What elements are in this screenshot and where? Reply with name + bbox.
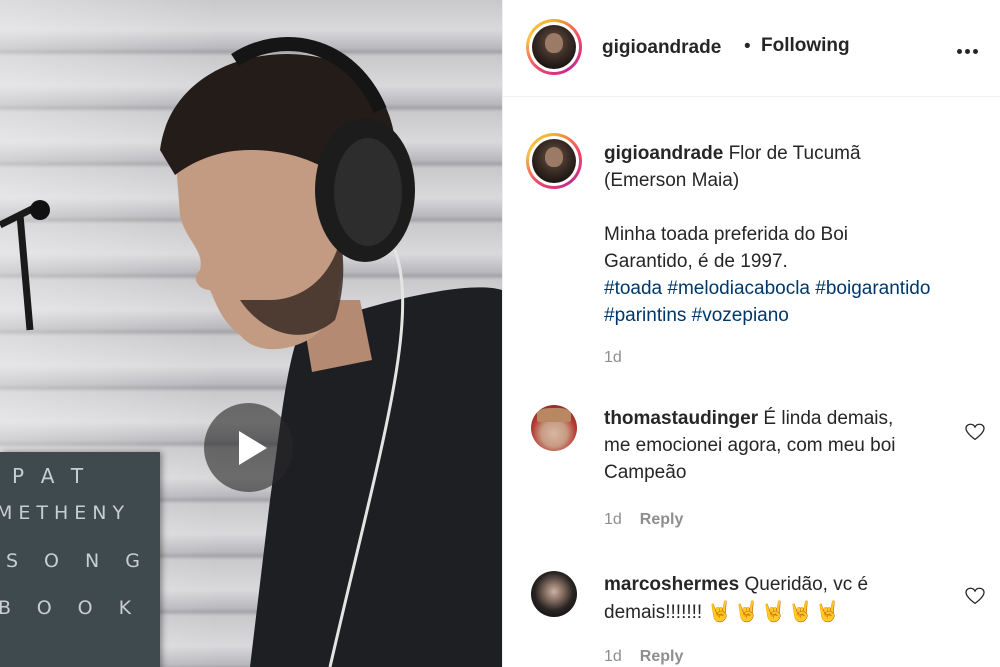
rock-on-emoji: 🤘 <box>788 599 814 623</box>
commenter-username-link[interactable]: marcoshermes <box>604 574 739 595</box>
like-comment-heart-icon[interactable] <box>965 587 985 605</box>
post-header: gigioandrade • Following <box>503 0 1000 96</box>
caption-body-line: Garantido, é de 1997. <box>604 251 788 272</box>
rock-on-emoji: 🤘 <box>707 599 733 623</box>
play-icon <box>239 431 267 465</box>
hashtag-row: #parintins #vozepiano <box>604 302 990 329</box>
rock-on-emoji: 🤘 <box>815 599 841 623</box>
like-comment-heart-icon[interactable] <box>965 423 985 441</box>
post-video[interactable]: PAT METHENY SONG BOOK <box>0 0 502 667</box>
hashtag-link[interactable]: #boigarantido <box>815 278 930 299</box>
caption-title: Flor de Tucumã <box>728 143 861 164</box>
commenter-avatar[interactable] <box>531 405 577 451</box>
rock-on-emoji: 🤘 <box>761 599 787 623</box>
header-divider <box>503 96 1000 97</box>
instagram-post-view: PAT METHENY SONG BOOK gigioandrade • Fol… <box>0 0 1000 667</box>
comment-meta: 1d Reply <box>604 648 684 665</box>
reply-button[interactable]: Reply <box>640 511 684 528</box>
caption-author-avatar[interactable] <box>526 133 582 189</box>
hashtag-link[interactable]: #parintins <box>604 305 686 326</box>
songbook: PAT METHENY SONG BOOK <box>0 452 160 667</box>
rock-on-emoji: 🤘 <box>734 599 760 623</box>
play-button[interactable] <box>204 403 293 492</box>
reply-button[interactable]: Reply <box>640 648 684 665</box>
caption-body-line: Minha toada preferida do Boi <box>604 224 848 245</box>
post-caption: gigioandrade Flor de Tucumã (Emerson Mai… <box>604 140 990 329</box>
comment-text: marcoshermes Queridão, vc é demais!!!!!!… <box>604 574 869 623</box>
author-avatar[interactable] <box>526 19 582 75</box>
post-side-panel: gigioandrade • Following gigioandrade Fl… <box>502 0 1000 667</box>
caption-subtitle: (Emerson Maia) <box>604 170 740 191</box>
hashtag-link[interactable]: #vozepiano <box>692 305 789 326</box>
comment-meta: 1d Reply <box>604 511 684 528</box>
commenter-avatar[interactable] <box>531 571 577 617</box>
comment-text: thomastaudinger É linda demais, me emoci… <box>604 408 896 483</box>
hashtag-link[interactable]: #melodiacabocla <box>667 278 810 299</box>
caption-timestamp: 1d <box>604 349 622 366</box>
author-username-link[interactable]: gigioandrade <box>602 37 721 59</box>
following-button[interactable]: Following <box>761 35 850 57</box>
hashtag-row: #toada #melodiacabocla #boigarantido <box>604 275 990 302</box>
commenter-username-link[interactable]: thomastaudinger <box>604 408 758 429</box>
more-options-icon[interactable] <box>953 40 983 60</box>
caption-username-link[interactable]: gigioandrade <box>604 143 723 164</box>
separator-dot: • <box>744 36 751 57</box>
hashtag-link[interactable]: #toada <box>604 278 662 299</box>
